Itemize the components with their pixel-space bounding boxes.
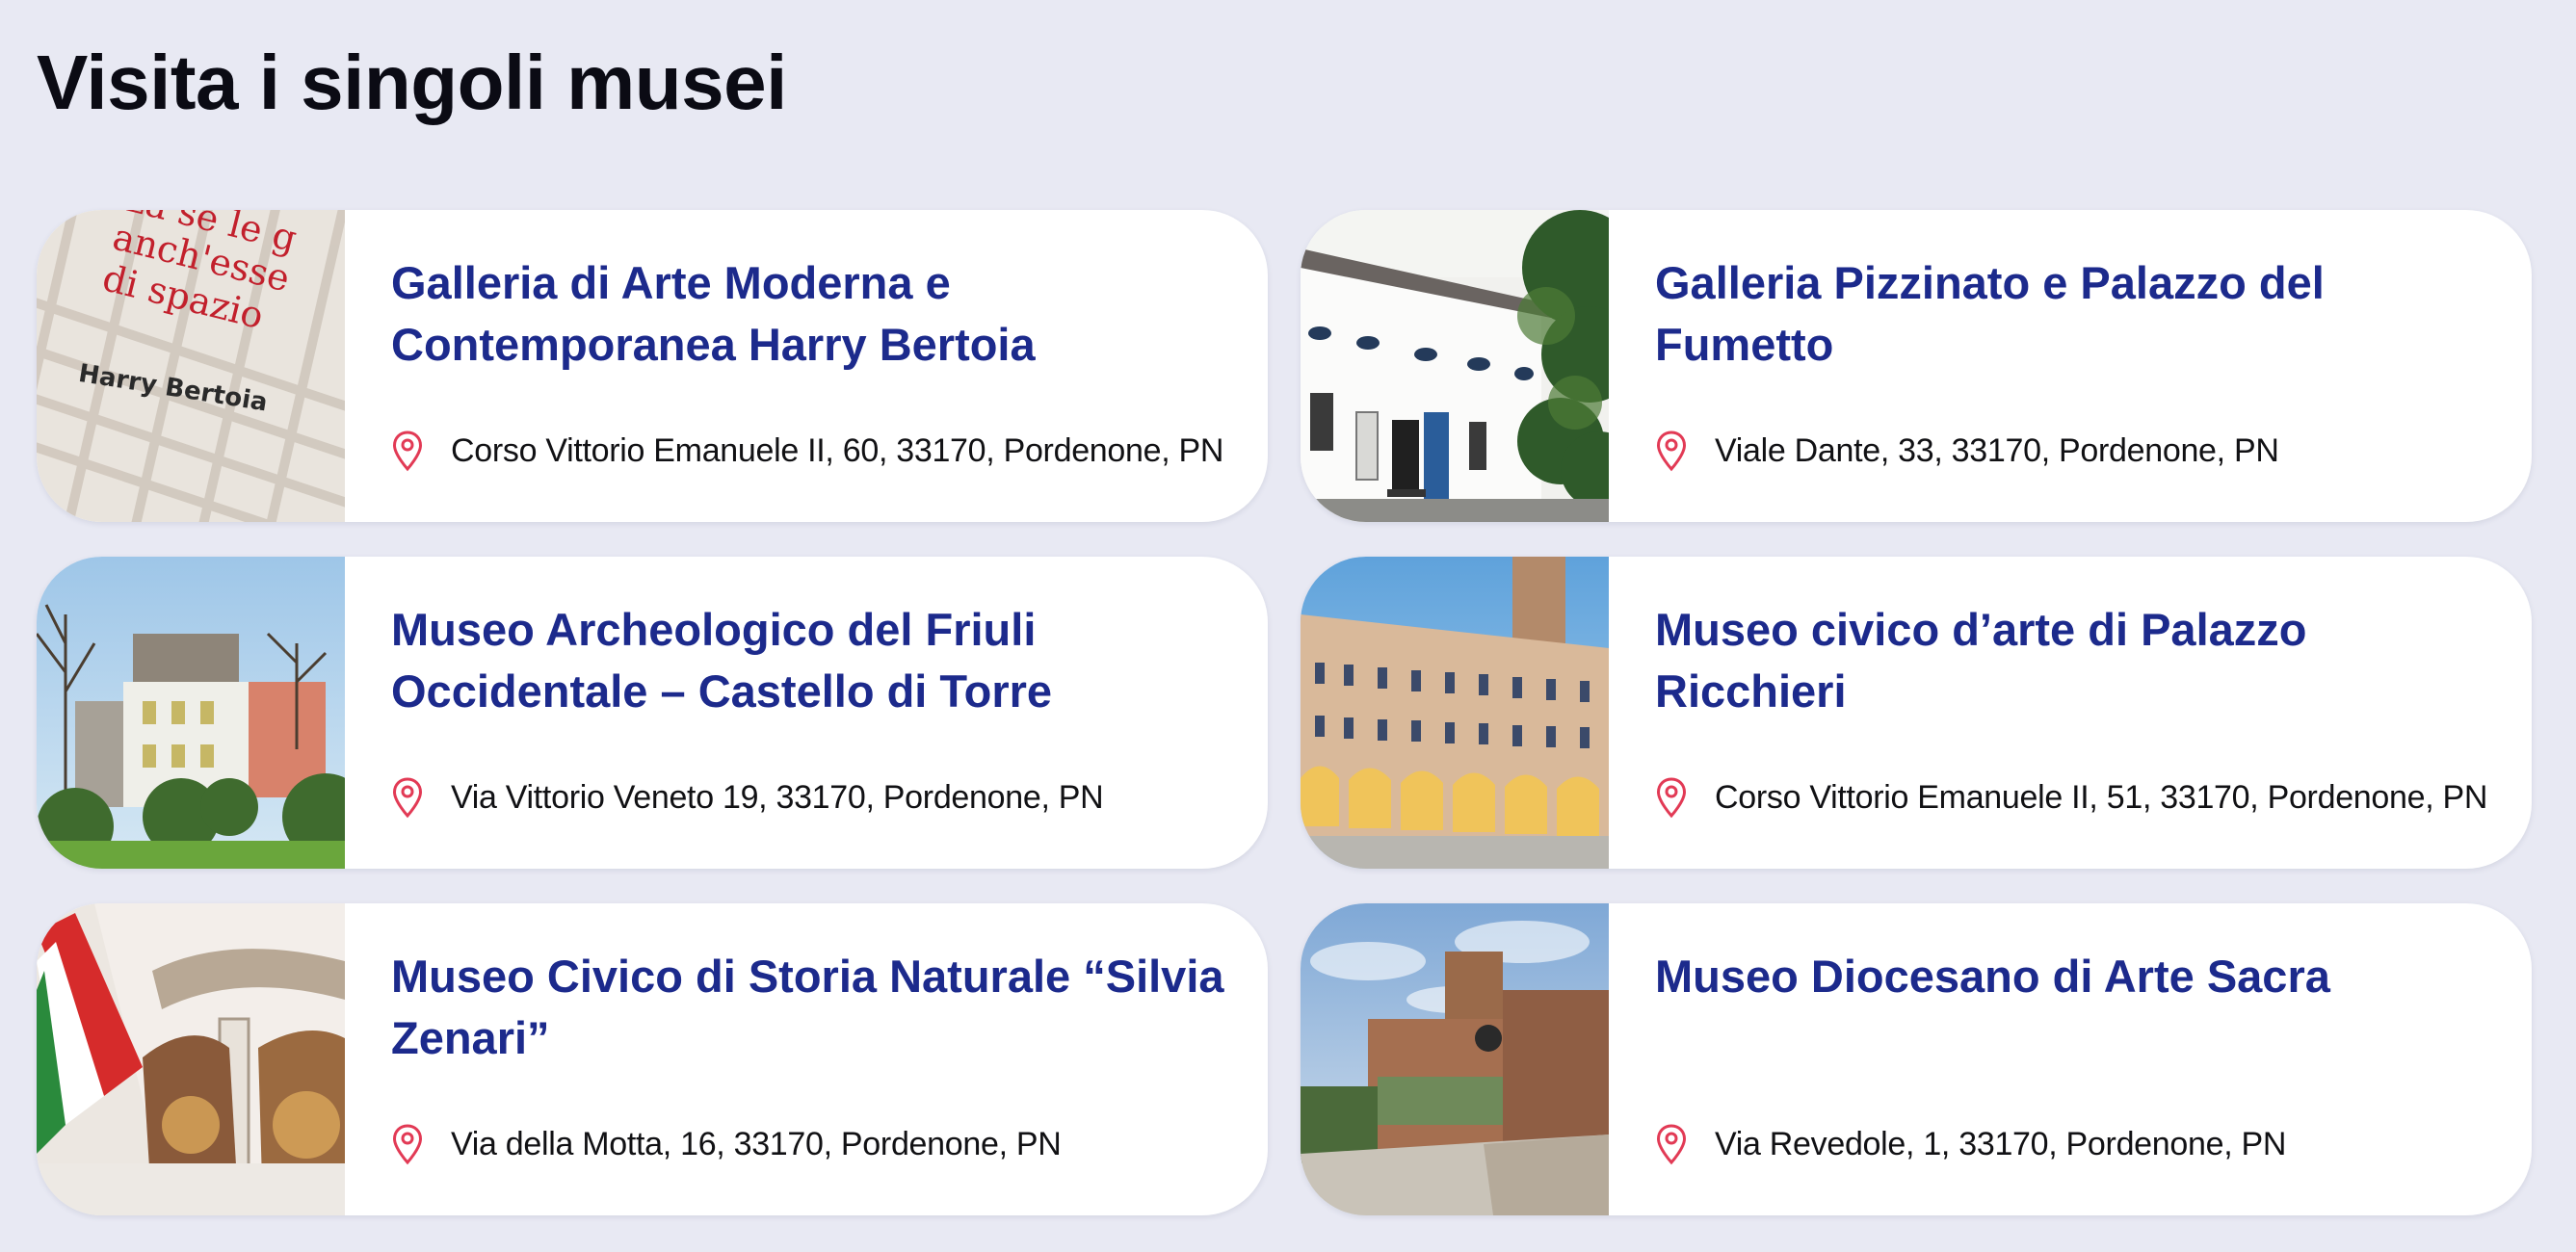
museum-image bbox=[1301, 903, 1609, 1215]
museum-image bbox=[37, 903, 345, 1215]
museum-address: Corso Vittorio Emanuele II, 51, 33170, P… bbox=[1655, 774, 2503, 821]
museum-card-storia-naturale[interactable]: Museo Civico di Storia Naturale “Silvia … bbox=[37, 903, 1268, 1215]
card-body: Galleria di Arte Moderna e Contemporanea… bbox=[345, 210, 1268, 522]
map-pin-icon bbox=[392, 777, 423, 819]
map-pin-icon bbox=[1656, 1124, 1687, 1165]
address-text: Via della Motta, 16, 33170, Pordenone, P… bbox=[451, 1125, 1062, 1162]
museum-card-pizzinato[interactable]: Galleria Pizzinato e Palazzo del Fumetto… bbox=[1301, 210, 2532, 522]
museum-card-archeologico[interactable]: Museo Archeologico del Friuli Occidental… bbox=[37, 557, 1268, 869]
page-title: Visita i singoli musei bbox=[37, 39, 787, 125]
museum-title[interactable]: Museo Civico di Storia Naturale “Silvia … bbox=[391, 946, 1229, 1069]
museum-image bbox=[1301, 210, 1609, 522]
address-text: Corso Vittorio Emanuele II, 60, 33170, P… bbox=[451, 431, 1224, 469]
museum-address: Via Vittorio Veneto 19, 33170, Pordenone… bbox=[391, 774, 1239, 821]
museum-card-bertoia[interactable]: nza se le g anch'esse di spazio Harry Be… bbox=[37, 210, 1268, 522]
map-pin-icon bbox=[1656, 430, 1687, 472]
museum-image: nza se le g anch'esse di spazio Harry Be… bbox=[37, 210, 345, 522]
map-pin-icon bbox=[392, 1124, 423, 1165]
address-text: Corso Vittorio Emanuele II, 51, 33170, P… bbox=[1715, 778, 2488, 816]
card-body: Museo Archeologico del Friuli Occidental… bbox=[345, 557, 1268, 869]
museum-card-diocesano[interactable]: Museo Diocesano di Arte Sacra Via Revedo… bbox=[1301, 903, 2532, 1215]
museum-title[interactable]: Galleria Pizzinato e Palazzo del Fumetto bbox=[1655, 252, 2493, 376]
map-pin-icon bbox=[1656, 777, 1687, 819]
museum-address: Viale Dante, 33, 33170, Pordenone, PN bbox=[1655, 428, 2503, 474]
museum-card-ricchieri[interactable]: Museo civico d’arte di Palazzo Ricchieri… bbox=[1301, 557, 2532, 869]
museum-image bbox=[37, 557, 345, 869]
museum-title[interactable]: Galleria di Arte Moderna e Contemporanea… bbox=[391, 252, 1229, 376]
museum-title[interactable]: Museo Diocesano di Arte Sacra bbox=[1655, 946, 2493, 1007]
museum-address: Via della Motta, 16, 33170, Pordenone, P… bbox=[391, 1121, 1239, 1167]
museum-title[interactable]: Museo Archeologico del Friuli Occidental… bbox=[391, 599, 1229, 722]
address-text: Viale Dante, 33, 33170, Pordenone, PN bbox=[1715, 431, 2279, 469]
card-body: Museo Diocesano di Arte Sacra Via Revedo… bbox=[1609, 903, 2532, 1215]
map-pin-icon bbox=[392, 430, 423, 472]
museum-address: Corso Vittorio Emanuele II, 60, 33170, P… bbox=[391, 428, 1239, 474]
address-text: Via Vittorio Veneto 19, 33170, Pordenone… bbox=[451, 778, 1104, 816]
card-body: Museo Civico di Storia Naturale “Silvia … bbox=[345, 903, 1268, 1215]
address-text: Via Revedole, 1, 33170, Pordenone, PN bbox=[1715, 1125, 2287, 1162]
card-body: Museo civico d’arte di Palazzo Ricchieri… bbox=[1609, 557, 2532, 869]
card-body: Galleria Pizzinato e Palazzo del Fumetto… bbox=[1609, 210, 2532, 522]
museum-image bbox=[1301, 557, 1609, 869]
museum-grid: nza se le g anch'esse di spazio Harry Be… bbox=[37, 210, 2532, 1215]
museum-address: Via Revedole, 1, 33170, Pordenone, PN bbox=[1655, 1121, 2503, 1167]
museum-title[interactable]: Museo civico d’arte di Palazzo Ricchieri bbox=[1655, 599, 2493, 722]
